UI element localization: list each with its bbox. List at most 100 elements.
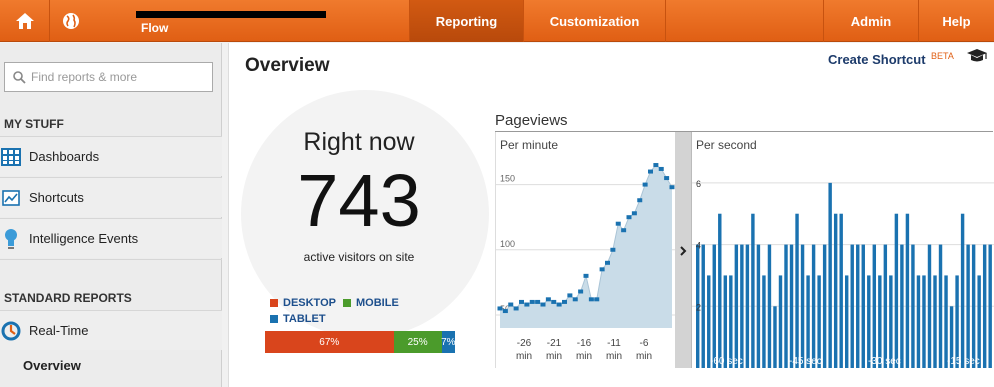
tab-admin[interactable]: Admin [824, 0, 919, 42]
legend-desktop: DESKTOP [270, 297, 336, 309]
sidebar-item-label: Intelligence Events [29, 231, 139, 246]
bar [740, 244, 744, 368]
bar [789, 244, 794, 368]
bar [938, 244, 943, 368]
bar [878, 275, 882, 368]
search-placeholder: Find reports & more [31, 70, 138, 84]
x-tick-unit: min [576, 351, 592, 362]
active-visitors-caption: active visitors on site [303, 250, 415, 264]
bar [795, 213, 799, 368]
bar [839, 213, 843, 368]
bar [828, 182, 832, 368]
section-my-stuff: MY STUFF [4, 117, 64, 131]
data-point [642, 182, 648, 187]
sidebar-subitem-overview[interactable]: Overview [23, 358, 81, 373]
data-point [519, 299, 524, 304]
active-visitor-count: 743 [297, 159, 421, 242]
beta-badge: BETA [931, 51, 954, 61]
tab-customization[interactable]: Customization [524, 0, 666, 42]
bar [806, 275, 810, 368]
x-tick-unit: min [516, 351, 532, 362]
sidebar-item-dashboards[interactable]: Dashboards [0, 136, 222, 176]
data-point [540, 302, 546, 307]
bar [911, 244, 915, 368]
x-tick-label: -16 [577, 338, 592, 349]
bar [778, 275, 783, 368]
account-name: Flow [141, 21, 169, 35]
data-point [545, 297, 551, 302]
graduation-cap-icon[interactable] [966, 48, 988, 64]
chevron-right-icon [680, 246, 687, 256]
x-tick-label: -11 [607, 338, 621, 349]
bar [751, 213, 755, 368]
chart-per-minute: Per minute 150 100 50 -26 min -21 min -16 min -11 m… [495, 132, 676, 368]
legend-swatch [343, 299, 351, 307]
bar [756, 244, 761, 368]
device-share-bar: 67% 25% 7% [265, 331, 457, 353]
realtime-icon [0, 320, 22, 342]
top-navigation-bar: Flow ▼ Reporting Customization Admin Hel… [0, 0, 994, 42]
data-point [578, 289, 584, 294]
pageviews-title: Pageviews [495, 112, 568, 129]
data-point [594, 297, 600, 302]
main-content: Overview Create Shortcut BETA Right now … [228, 43, 994, 387]
bar [767, 244, 772, 368]
data-point [502, 309, 508, 314]
bar [718, 213, 722, 368]
bar [933, 275, 937, 368]
data-point [626, 215, 632, 220]
tab-help[interactable]: Help [919, 0, 994, 42]
x-tick-label: -21 [547, 338, 562, 349]
x-tick-label: -60 sec [710, 356, 743, 367]
data-point [513, 306, 519, 311]
y-tick-label: 100 [500, 239, 515, 249]
data-point [599, 267, 605, 272]
x-tick-unit: min [606, 351, 622, 362]
data-point [508, 302, 514, 307]
legend-mobile: MOBILE [343, 297, 399, 309]
topbar-spacer [666, 0, 824, 42]
data-point [556, 302, 562, 307]
bar [833, 213, 838, 368]
home-button[interactable] [0, 0, 50, 42]
bar [701, 244, 705, 368]
bar [922, 275, 926, 368]
bar [729, 275, 733, 368]
data-point [535, 299, 541, 304]
sidebar-item-realtime[interactable]: Real-Time [0, 310, 222, 350]
redacted-account-url [136, 11, 326, 18]
chart-title: Per minute [500, 138, 558, 152]
bar [856, 244, 860, 368]
bar [867, 275, 871, 368]
sidebar-item-intelligence-events[interactable]: Intelligence Events [0, 218, 222, 258]
legend-label: TABLET [283, 313, 326, 325]
search-icon [13, 70, 26, 84]
sidebar: Find reports & more MY STUFF Dashboards … [0, 43, 222, 387]
bar [800, 244, 805, 368]
chart-divider[interactable] [675, 132, 691, 368]
data-point [631, 211, 637, 216]
bar [955, 275, 959, 368]
bar [960, 213, 965, 368]
account-selector[interactable]: Flow ▼ [50, 0, 453, 42]
bar [982, 244, 987, 368]
tab-reporting[interactable]: Reporting [410, 0, 524, 42]
bar [905, 213, 910, 368]
legend-swatch [270, 315, 278, 323]
create-shortcut-link[interactable]: Create Shortcut [828, 52, 926, 67]
device-share-segment: 67% [265, 331, 394, 353]
bar [850, 244, 854, 368]
page-title: Overview [245, 55, 330, 76]
sidebar-item-label: Shortcuts [29, 190, 84, 205]
data-point [653, 163, 659, 168]
bar [971, 244, 976, 368]
legend-label: MOBILE [356, 297, 399, 309]
sidebar-item-shortcuts[interactable]: Shortcuts [0, 177, 222, 217]
data-point [669, 185, 675, 190]
x-tick-label: -26 [517, 338, 532, 349]
bar [784, 244, 788, 368]
bar [988, 244, 992, 368]
search-input[interactable]: Find reports & more [4, 62, 213, 92]
bar [811, 244, 816, 368]
bar [707, 275, 711, 368]
